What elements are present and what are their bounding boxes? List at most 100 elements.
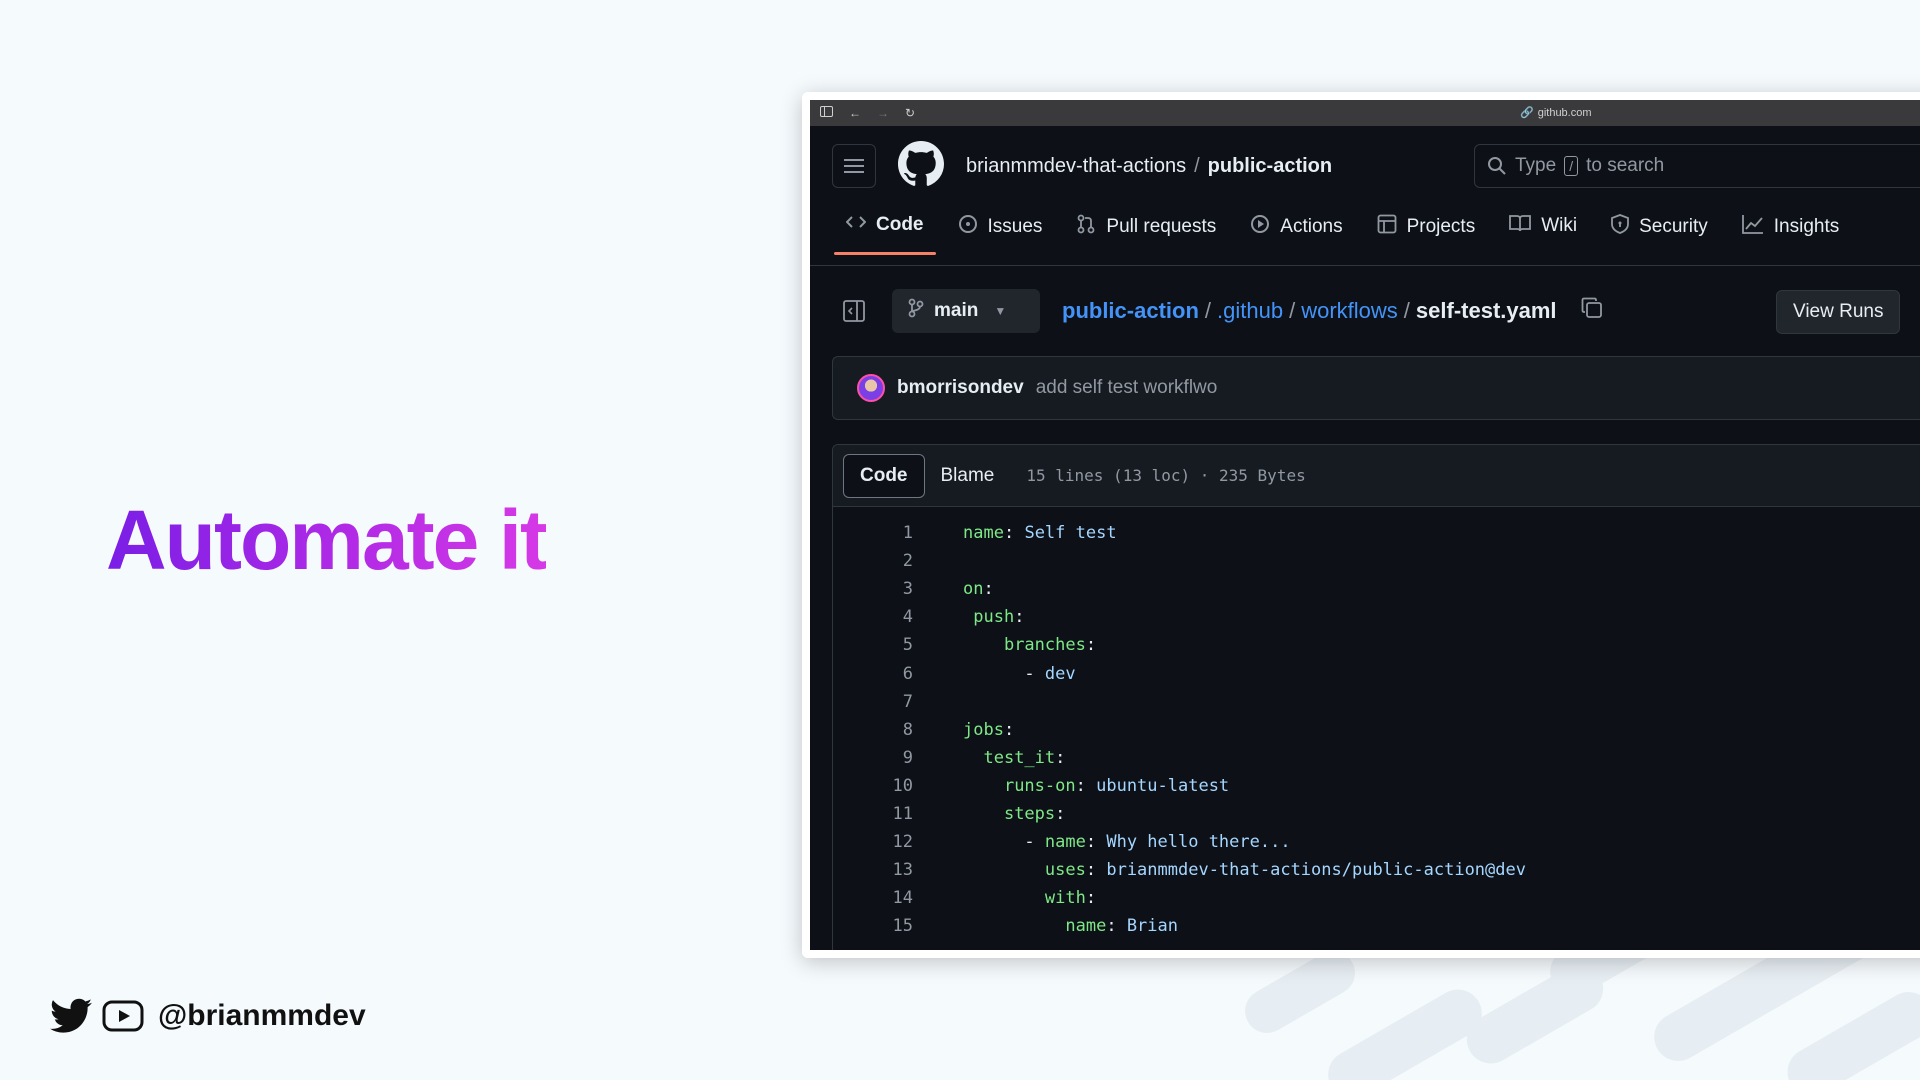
copy-path-icon[interactable] bbox=[1581, 297, 1603, 325]
tab-wiki[interactable]: Wiki bbox=[1497, 206, 1589, 256]
repo-name-link[interactable]: public-action bbox=[1208, 155, 1332, 177]
line-number[interactable]: 6 bbox=[833, 664, 913, 684]
yaml-key: uses bbox=[1044, 860, 1086, 881]
tab-actions[interactable]: Actions bbox=[1238, 206, 1354, 258]
search-icon bbox=[1488, 157, 1506, 175]
line-content: on: bbox=[963, 579, 994, 600]
line-number[interactable]: 14 bbox=[833, 888, 913, 908]
breadcrumb-separator: / bbox=[1204, 298, 1212, 323]
code-line: 4 push: bbox=[833, 603, 1920, 631]
yaml-value: Self test bbox=[1024, 523, 1117, 544]
tab-insights[interactable]: Insights bbox=[1730, 206, 1851, 258]
code-line: 3 on: bbox=[833, 575, 1920, 603]
yaml-key: branches bbox=[1003, 635, 1086, 656]
code-view-button[interactable]: Code bbox=[843, 453, 925, 498]
code-line: 13 uses: brianmmdev-that-actions/public-… bbox=[833, 856, 1920, 884]
tab-label: Issues bbox=[987, 216, 1043, 237]
address-bar[interactable]: 🔗 github.com bbox=[1520, 106, 1592, 120]
menu-button[interactable] bbox=[832, 144, 876, 188]
play-icon bbox=[1250, 214, 1270, 240]
search-placeholder-prefix: Type bbox=[1515, 155, 1557, 176]
breadcrumb-workflows-link[interactable]: workflows bbox=[1301, 298, 1398, 324]
git-branch-icon bbox=[908, 298, 924, 324]
code-line: 14 with: bbox=[833, 884, 1920, 912]
line-number[interactable]: 15 bbox=[833, 916, 913, 936]
line-number[interactable]: 1 bbox=[833, 523, 913, 543]
code-line: 10 runs-on: ubuntu-latest bbox=[833, 772, 1920, 800]
commit-message-link[interactable]: add self test workflwo bbox=[1036, 377, 1218, 399]
yaml-key: push bbox=[973, 607, 1015, 628]
forward-icon[interactable]: → bbox=[877, 106, 889, 120]
tab-pull-requests[interactable]: Pull requests bbox=[1064, 206, 1228, 258]
code-line: 5 branches: bbox=[833, 631, 1920, 659]
breadcrumb-github-link[interactable]: .github bbox=[1217, 298, 1283, 324]
file-viewer: Code Blame 15 lines (13 loc) · 235 Bytes… bbox=[832, 444, 1920, 950]
tab-issues[interactable]: Issues bbox=[946, 206, 1055, 258]
avatar[interactable] bbox=[857, 374, 885, 402]
back-icon[interactable]: ← bbox=[849, 106, 861, 120]
social-handle: @brianmmdev bbox=[158, 999, 366, 1032]
branch-selector[interactable]: main ▼ bbox=[892, 289, 1040, 333]
latest-commit-bar: bmorrisondev add self test workflwo bbox=[832, 356, 1920, 420]
line-content: push: bbox=[973, 607, 1025, 628]
line-content: runs-on: ubuntu-latest bbox=[1003, 775, 1230, 796]
line-number[interactable]: 5 bbox=[833, 635, 913, 655]
tab-label: Wiki bbox=[1541, 215, 1578, 236]
line-number[interactable]: 2 bbox=[833, 551, 913, 571]
social-links: @brianmmdev bbox=[50, 998, 366, 1034]
table-icon bbox=[1377, 214, 1397, 240]
search-placeholder-suffix: to search bbox=[1586, 155, 1665, 176]
sidepanel-icon bbox=[843, 300, 865, 322]
yaml-key: name bbox=[1065, 916, 1107, 937]
tab-label: Actions bbox=[1280, 216, 1343, 237]
breadcrumb-repo-link[interactable]: public-action bbox=[1062, 298, 1199, 324]
line-number[interactable]: 13 bbox=[833, 860, 913, 880]
blame-view-button[interactable]: Blame bbox=[925, 454, 1011, 498]
line-number[interactable]: 8 bbox=[833, 720, 913, 740]
tab-label: Insights bbox=[1773, 216, 1840, 237]
view-runs-button[interactable]: View Runs bbox=[1776, 290, 1901, 334]
code-lines: 1 name: Self test 2 3 on: 4 push: 5 branches: 6… bbox=[833, 507, 1920, 940]
yaml-key: name bbox=[963, 523, 1004, 544]
sidebar-toggle-icon[interactable] bbox=[820, 106, 833, 120]
yaml-value: brianmmdev-that-actions/public-action@de… bbox=[1106, 860, 1526, 881]
sidepanel-toggle-button[interactable] bbox=[834, 291, 874, 331]
tab-projects[interactable]: Projects bbox=[1365, 206, 1488, 258]
yaml-value: Why hello there... bbox=[1106, 832, 1291, 853]
yaml-key: jobs bbox=[963, 719, 1004, 740]
yaml-key: on bbox=[963, 579, 984, 600]
line-number[interactable]: 10 bbox=[833, 776, 913, 796]
line-content: uses: brianmmdev-that-actions/public-act… bbox=[1044, 860, 1526, 881]
line-number[interactable]: 9 bbox=[833, 748, 913, 768]
pull-request-icon bbox=[1076, 214, 1096, 240]
repo-path: brianmmdev-that-actions / public-action bbox=[966, 155, 1332, 178]
tab-security[interactable]: Security bbox=[1599, 206, 1720, 258]
path-separator: / bbox=[1194, 154, 1200, 177]
search-input[interactable]: Type / to search bbox=[1474, 144, 1920, 188]
line-content: steps: bbox=[1003, 803, 1066, 824]
line-number[interactable]: 12 bbox=[833, 832, 913, 852]
reload-icon[interactable]: ↻ bbox=[905, 106, 915, 120]
line-number[interactable]: 7 bbox=[833, 692, 913, 712]
search-shortcut-key: / bbox=[1564, 156, 1579, 176]
line-number[interactable]: 4 bbox=[833, 607, 913, 627]
code-line: 6 - dev bbox=[833, 659, 1920, 687]
code-line: 12 - name: Why hello there... bbox=[833, 828, 1920, 856]
yaml-key: test_it bbox=[983, 747, 1056, 768]
file-viewer-header: Code Blame 15 lines (13 loc) · 235 Bytes bbox=[833, 445, 1920, 507]
issue-icon bbox=[958, 214, 978, 240]
line-number[interactable]: 11 bbox=[833, 804, 913, 824]
tab-code[interactable]: Code bbox=[834, 206, 936, 255]
code-line: 1 name: Self test bbox=[833, 519, 1920, 547]
commit-author-link[interactable]: bmorrisondev bbox=[897, 377, 1024, 399]
code-line: 2 bbox=[833, 547, 1920, 575]
github-logo-icon[interactable] bbox=[898, 140, 944, 192]
line-content: - dev bbox=[963, 663, 1076, 684]
browser-window: ← → ↻ 🔗 github.com brianmmdev-that-actio… bbox=[802, 92, 1920, 958]
repo-owner-link[interactable]: brianmmdev-that-actions bbox=[966, 155, 1186, 177]
book-icon bbox=[1509, 214, 1532, 238]
line-number[interactable]: 3 bbox=[833, 579, 913, 599]
yaml-key: with bbox=[1044, 888, 1086, 909]
line-content: with: bbox=[1044, 888, 1097, 909]
yaml-value: dev bbox=[1044, 663, 1076, 684]
